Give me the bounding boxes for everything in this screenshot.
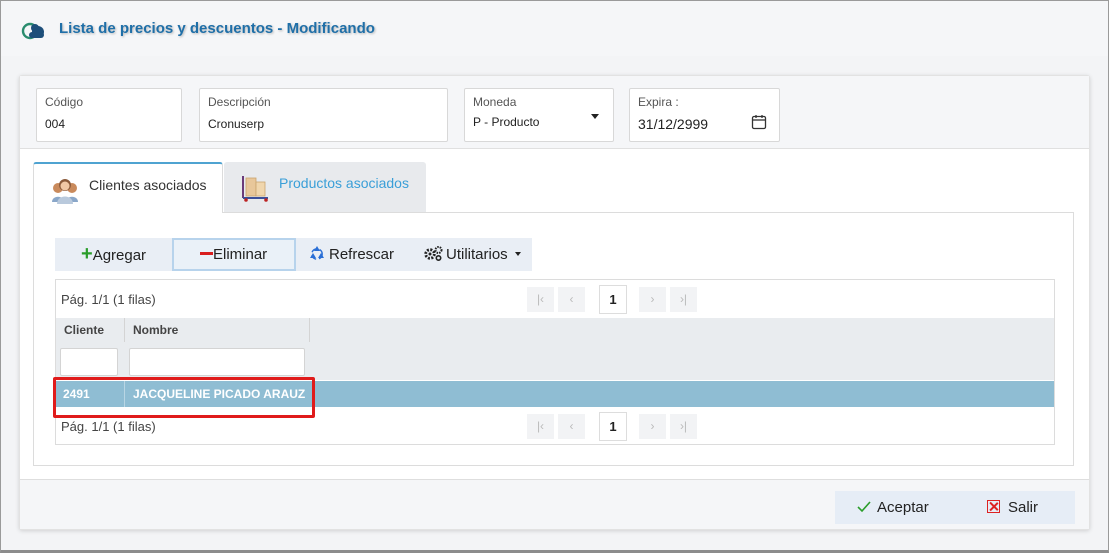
dialog-window: Lista de precios y descuentos - Modifica… <box>0 0 1109 553</box>
refresh-button[interactable]: Refrescar <box>309 238 409 271</box>
tab-clientes-asociados[interactable]: Clientes asociados <box>33 162 223 213</box>
column-header-cliente[interactable]: Cliente <box>56 318 125 342</box>
expira-label: Expira : <box>638 95 679 109</box>
descripcion-field[interactable]: Descripción Cronuserp <box>199 88 448 142</box>
minus-icon <box>200 252 213 255</box>
delete-button[interactable]: Eliminar <box>172 238 296 271</box>
grid-header: Cliente Nombre <box>56 318 1054 380</box>
calendar-icon[interactable] <box>751 114 767 130</box>
prev-page-icon[interactable]: ‹ <box>558 414 585 439</box>
tab-productos-asociados[interactable]: Productos asociados <box>224 162 426 213</box>
next-page-icon[interactable]: › <box>639 414 666 439</box>
users-icon <box>52 179 78 204</box>
filter-cliente-input[interactable] <box>60 348 118 376</box>
accept-button[interactable]: Aceptar <box>857 491 947 524</box>
boxes-cart-icon <box>242 176 268 202</box>
add-button[interactable]: +Agregar <box>81 238 173 271</box>
codigo-value: 004 <box>45 117 66 131</box>
form-dialog: Código 004 Descripción Cronuserp Moneda … <box>19 75 1090 530</box>
filter-nombre-input[interactable] <box>129 348 305 376</box>
check-icon <box>857 501 871 513</box>
exit-button[interactable]: Salir <box>987 491 1057 524</box>
descripcion-value: Cronuserp <box>208 117 265 131</box>
accept-label: Aceptar <box>877 499 929 516</box>
expira-date-field[interactable]: Expira : 31/12/2999 <box>629 88 780 142</box>
recycle-icon <box>310 246 324 260</box>
caret-down-icon <box>514 252 521 256</box>
pager-bottom: Pág. 1/1 (1 filas) |‹ ‹ 1 › ›| <box>56 407 1054 445</box>
current-page[interactable]: 1 <box>599 285 627 314</box>
prev-page-icon[interactable]: ‹ <box>558 287 585 312</box>
close-icon <box>987 500 1000 513</box>
last-page-icon[interactable]: ›| <box>670 287 697 312</box>
gears-icon <box>424 246 443 262</box>
cloud-logo-icon <box>21 22 44 40</box>
tab-label: Productos asociados <box>279 175 409 191</box>
dialog-footer: Aceptar Salir <box>20 479 1089 529</box>
add-label: Agregar <box>92 247 147 264</box>
window-title: Lista de precios y descuentos - Modifica… <box>59 20 375 37</box>
next-page-icon[interactable]: › <box>639 287 666 312</box>
current-page[interactable]: 1 <box>599 412 627 441</box>
tab-label: Clientes asociados <box>89 177 207 193</box>
exit-label: Salir <box>1008 499 1039 516</box>
codigo-label: Código <box>45 95 84 109</box>
pager-info: Pág. 1/1 (1 filas) <box>61 419 156 434</box>
header-fields: Código 004 Descripción Cronuserp Moneda … <box>20 76 1089 149</box>
expira-value: 31/12/2999 <box>638 116 709 132</box>
utilities-label: Utilitarios <box>446 246 508 263</box>
pager-top: Pág. 1/1 (1 filas) |‹ ‹ 1 › ›| <box>56 280 1054 318</box>
footer-buttons: Aceptar Salir <box>835 491 1075 524</box>
utilities-dropdown[interactable]: Utilitarios <box>424 238 524 271</box>
last-page-icon[interactable]: ›| <box>670 414 697 439</box>
grid-toolbar: +Agregar Eliminar Refrescar Utilitarios <box>55 238 532 271</box>
clientes-panel: +Agregar Eliminar Refrescar Utilitarios … <box>33 212 1074 466</box>
first-page-icon[interactable]: |‹ <box>527 414 554 439</box>
plus-icon: + <box>81 243 93 265</box>
first-page-icon[interactable]: |‹ <box>527 287 554 312</box>
tab-bar: Clientes asociados Productos asociados <box>33 162 1074 213</box>
pager-info: Pág. 1/1 (1 filas) <box>61 292 156 307</box>
descripcion-label: Descripción <box>208 95 271 109</box>
moneda-label: Moneda <box>473 95 517 109</box>
clientes-grid: Pág. 1/1 (1 filas) |‹ ‹ 1 › ›| Cliente N… <box>53 279 1055 445</box>
delete-label: Eliminar <box>213 246 268 263</box>
moneda-select[interactable]: Moneda P - Producto <box>464 88 614 142</box>
column-header-nombre[interactable]: Nombre <box>125 318 310 342</box>
moneda-value: P - Producto <box>473 115 540 129</box>
refresh-label: Refrescar <box>329 246 395 263</box>
codigo-field[interactable]: Código 004 <box>36 88 182 142</box>
chevron-down-icon <box>591 114 599 119</box>
title-bar: Lista de precios y descuentos - Modifica… <box>1 1 1108 56</box>
